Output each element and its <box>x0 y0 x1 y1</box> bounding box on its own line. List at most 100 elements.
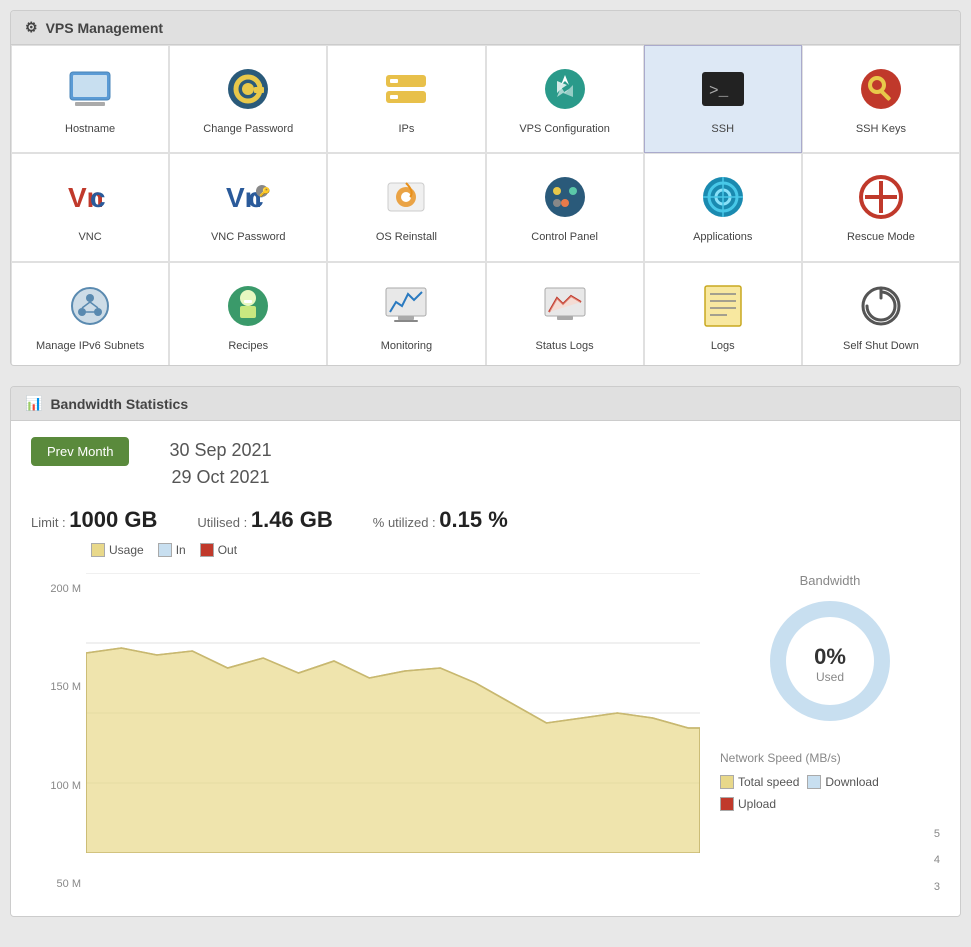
y-label: 200 M <box>31 583 81 595</box>
vps-item-status-logs[interactable]: Status Logs <box>486 262 644 365</box>
vps-item-ips[interactable]: IPs <box>327 45 485 153</box>
vps-management-panel: ⚙ VPS Management Hostname Change Password… <box>10 10 961 366</box>
control-panel-label: Control Panel <box>531 230 598 244</box>
status-logs-label: Status Logs <box>536 339 594 353</box>
vps-item-control-panel[interactable]: Control Panel <box>486 153 644 261</box>
vps-item-manage-ipv6[interactable]: Manage IPv6 Subnets <box>11 262 169 365</box>
bandwidth-top: Prev Month 30 Sep 2021 29 Oct 2021 <box>31 437 940 491</box>
netspeed-label: Total speed <box>738 775 799 789</box>
ssh-icon: >_ <box>696 62 750 116</box>
bandwidth-main: 200 M150 M100 M50 M <box>31 573 940 900</box>
os-reinstall-label: OS Reinstall <box>376 230 437 244</box>
svg-text:>_: >_ <box>709 82 729 100</box>
limit-value: 1000 GB <box>69 507 157 532</box>
vps-grid-wrapper: Hostname Change Password IPs VPS Configurat… <box>11 45 960 365</box>
vnc-icon: Vnc <box>63 170 117 224</box>
bandwidth-header: 📊 Bandwidth Statistics <box>11 387 960 421</box>
vps-item-ssh[interactable]: >_ SSH <box>644 45 802 153</box>
netspeed-swatch <box>807 775 821 789</box>
date-range: 30 Sep 2021 29 Oct 2021 <box>169 437 271 491</box>
hostname-label: Hostname <box>65 122 115 136</box>
ips-label: IPs <box>398 122 414 136</box>
legend-label: Usage <box>109 543 144 557</box>
network-speed-section: Network Speed (MB/s) Total speedDownload… <box>720 751 940 900</box>
percent-stat: % utilized : 0.15 % <box>373 507 508 533</box>
vps-item-ssh-keys[interactable]: SSH Keys <box>802 45 960 153</box>
legend-swatch <box>91 543 105 557</box>
donut-used-label: Used <box>814 670 846 684</box>
applications-icon <box>696 170 750 224</box>
legend-item: Out <box>200 543 237 557</box>
status-logs-icon <box>538 279 592 333</box>
bandwidth-panel: 📊 Bandwidth Statistics Prev Month 30 Sep… <box>10 386 961 917</box>
netspeed-swatch <box>720 797 734 811</box>
vps-item-vnc[interactable]: VncVNC <box>11 153 169 261</box>
legend-label: Out <box>218 543 237 557</box>
vps-item-self-shut-down[interactable]: Self Shut Down <box>802 262 960 365</box>
recipes-icon <box>221 279 275 333</box>
network-speed-title: Network Speed (MB/s) <box>720 751 940 765</box>
vps-management-title: VPS Management <box>46 20 163 36</box>
rescue-mode-label: Rescue Mode <box>847 230 915 244</box>
vps-item-logs[interactable]: Logs <box>644 262 802 365</box>
chart-icon: 📊 <box>25 395 42 412</box>
vps-item-applications[interactable]: Applications <box>644 153 802 261</box>
chart-y-labels: 200 M150 M100 M50 M <box>31 573 81 900</box>
right-panel: Bandwidth 0% Used <box>720 573 940 900</box>
monitoring-icon <box>379 279 433 333</box>
limit-label: Limit : <box>31 515 66 530</box>
vps-item-os-reinstall[interactable]: OS Reinstall <box>327 153 485 261</box>
vps-item-recipes[interactable]: Recipes <box>169 262 327 365</box>
network-speed-legend: Total speedDownloadUpload <box>720 775 940 811</box>
logs-icon <box>696 279 750 333</box>
network-speed-y-labels: 543 <box>720 821 940 900</box>
rescue-mode-icon <box>854 170 908 224</box>
date-end: 29 Oct 2021 <box>169 464 271 491</box>
prev-month-button[interactable]: Prev Month <box>31 437 129 466</box>
applications-label: Applications <box>693 230 752 244</box>
bandwidth-legend: Usage In Out <box>91 543 940 557</box>
ssh-keys-icon <box>854 62 908 116</box>
y-label: 100 M <box>31 780 81 792</box>
donut-percent: 0% <box>814 644 846 670</box>
gear-icon: ⚙ <box>25 19 38 36</box>
vps-configuration-label: VPS Configuration <box>519 122 610 136</box>
self-shut-down-icon <box>854 279 908 333</box>
limit-stat: Limit : 1000 GB <box>31 507 157 533</box>
vps-item-monitoring[interactable]: Monitoring <box>327 262 485 365</box>
bandwidth-title: Bandwidth Statistics <box>50 396 188 412</box>
bandwidth-stats: Limit : 1000 GB Utilised : 1.46 GB % uti… <box>31 507 940 533</box>
vps-item-vps-configuration[interactable]: VPS Configuration <box>486 45 644 153</box>
ssh-label: SSH <box>711 122 734 136</box>
vnc-password-label: VNC Password <box>211 230 286 244</box>
change-password-label: Change Password <box>203 122 293 136</box>
donut-chart: 0% Used <box>765 596 895 731</box>
vps-item-vnc-password[interactable]: Vnc🔑 VNC Password <box>169 153 327 261</box>
manage-ipv6-label: Manage IPv6 Subnets <box>36 339 144 353</box>
vnc-password-icon: Vnc🔑 <box>221 170 275 224</box>
vps-item-rescue-mode[interactable]: Rescue Mode <box>802 153 960 261</box>
vps-item-hostname[interactable]: Hostname <box>11 45 169 153</box>
svg-text:c: c <box>90 183 106 211</box>
y-label: 150 M <box>31 681 81 693</box>
netspeed-y-label: 5 <box>720 821 940 847</box>
netspeed-y-label: 4 <box>720 847 940 873</box>
donut-title: Bandwidth <box>720 573 940 588</box>
donut-section: Bandwidth 0% Used <box>720 573 940 731</box>
donut-center: 0% Used <box>814 644 846 684</box>
monitoring-label: Monitoring <box>381 339 432 353</box>
bandwidth-section: Prev Month 30 Sep 2021 29 Oct 2021 Limit… <box>11 421 960 916</box>
percent-value: 0.15 % <box>439 507 508 532</box>
ips-icon <box>379 62 433 116</box>
percent-label: % utilized : <box>373 515 436 530</box>
vps-management-grid: Hostname Change Password IPs VPS Configurat… <box>11 45 960 365</box>
vps-management-header: ⚙ VPS Management <box>11 11 960 45</box>
utilised-value: 1.46 GB <box>251 507 333 532</box>
vps-item-change-password[interactable]: Change Password <box>169 45 327 153</box>
legend-item: In <box>158 543 186 557</box>
os-reinstall-icon <box>379 170 433 224</box>
manage-ipv6-icon <box>63 279 117 333</box>
netspeed-legend-item: Upload <box>720 797 776 811</box>
legend-swatch <box>158 543 172 557</box>
utilised-label: Utilised : <box>197 515 247 530</box>
